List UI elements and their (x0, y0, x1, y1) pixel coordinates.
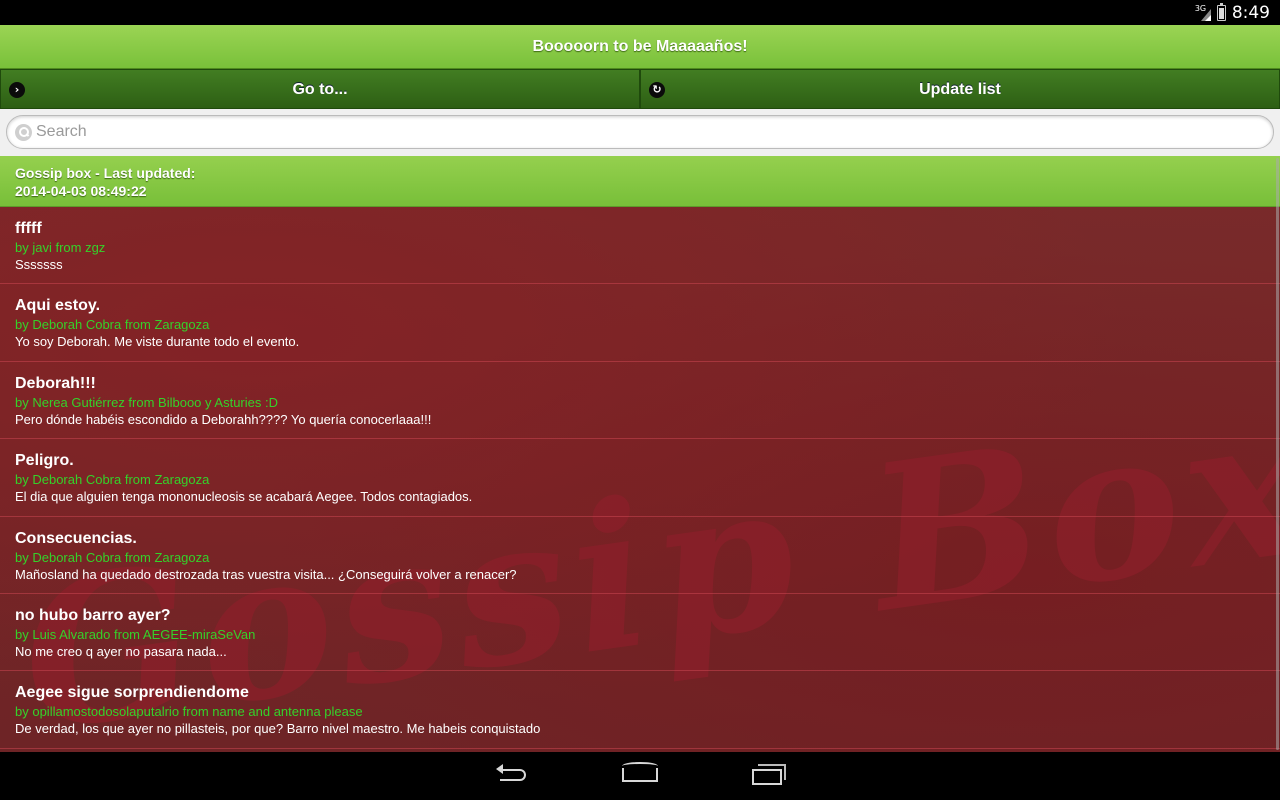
entry-text: Yo soy Deborah. Me viste durante todo el… (15, 334, 300, 350)
scrollbar[interactable] (1276, 158, 1279, 750)
update-list-button[interactable]: ↻ Update list (640, 69, 1280, 109)
list-item[interactable]: Aqui estoy. by Deborah Cobra from Zarago… (0, 284, 1280, 362)
goto-button[interactable]: › Go to... (0, 69, 640, 109)
list-header-title: Gossip box - Last updated: (15, 165, 196, 181)
entry-title: Deborah!!! (15, 374, 96, 392)
entry-title: Peligro. (15, 452, 74, 470)
entry-title: Aegee sigue sorprendiendome (15, 684, 249, 702)
entry-title: Consecuencias. (15, 529, 137, 547)
recent-apps-icon[interactable] (750, 762, 790, 790)
entry-text: De verdad, los que ayer no pillasteis, p… (15, 721, 541, 737)
entry-author: by opillamostodosolaputalrio from name a… (15, 704, 363, 720)
home-icon[interactable] (620, 762, 660, 790)
goto-button-label: Go to... (292, 81, 348, 98)
list-item[interactable]: Deborah!!! by Nerea Gutiérrez from Bilbo… (0, 362, 1280, 440)
status-bar: 3G 8:49 (0, 0, 1280, 25)
back-icon[interactable] (492, 762, 532, 790)
entry-author: by Deborah Cobra from Zaragoza (15, 549, 210, 565)
entry-text: El dia que alguien tenga mononucleosis s… (15, 489, 473, 505)
list-item[interactable]: fffff by javi from zgz Sssssss (0, 207, 1280, 285)
entry-author: by javi from zgz (15, 240, 106, 255)
app-header: Booooorn to be Maaaaaños! (0, 25, 1280, 69)
refresh-icon: ↻ (649, 82, 665, 98)
clock: 8:49 (1231, 2, 1270, 23)
navbar: › Go to... ↻ Update list (0, 69, 1280, 109)
search-input[interactable] (36, 116, 1256, 148)
signal-icon: 3G (1195, 4, 1211, 21)
list-item[interactable]: no hubo barro ayer? by Luis Alvarado fro… (0, 594, 1280, 672)
entry-title: Aqui estoy. (15, 297, 101, 315)
status-icons: 3G 8:49 (1195, 0, 1270, 25)
entry-author: by Luis Alvarado from AEGEE-miraSeVan (15, 626, 256, 642)
entry-author: by Deborah Cobra from Zaragoza (15, 317, 210, 333)
entry-text: No me creo q ayer no pasara nada... (15, 643, 227, 659)
list-item[interactable]: Consecuencias. by Deborah Cobra from Zar… (0, 517, 1280, 594)
update-list-button-label: Update list (919, 81, 1001, 98)
search-icon (15, 124, 32, 141)
entry-text: Pero dónde habéis escondido a Deborahh??… (15, 411, 432, 427)
battery-icon (1216, 2, 1226, 21)
gossip-list[interactable]: Gossip Box Gossip box - Last updated: 20… (0, 156, 1280, 752)
list-item[interactable]: Aegee sigue sorprendiendome by opillamos… (0, 671, 1280, 749)
entry-author: by Nerea Gutiérrez from Bilbooo y Asturi… (15, 394, 278, 410)
entry-title: fffff (15, 220, 42, 237)
search-box[interactable] (6, 115, 1274, 149)
last-updated-timestamp: 2014-04-03 08:49:22 (15, 183, 147, 199)
system-navigation-bar (0, 752, 1280, 800)
page-title: Booooorn to be Maaaaaños! (532, 38, 748, 55)
entry-text: Sssssss (15, 257, 63, 272)
list-item[interactable]: Peligro. by Deborah Cobra from Zaragoza … (0, 439, 1280, 517)
entry-author: by Deborah Cobra from Zaragoza (15, 472, 210, 488)
chevron-right-icon: › (9, 82, 25, 98)
search-bar (0, 109, 1280, 156)
list-header: Gossip box - Last updated: 2014-04-03 08… (0, 156, 1280, 207)
entry-title: no hubo barro ayer? (15, 606, 171, 624)
entry-text: Mañosland ha quedado destrozada tras vue… (15, 566, 517, 582)
